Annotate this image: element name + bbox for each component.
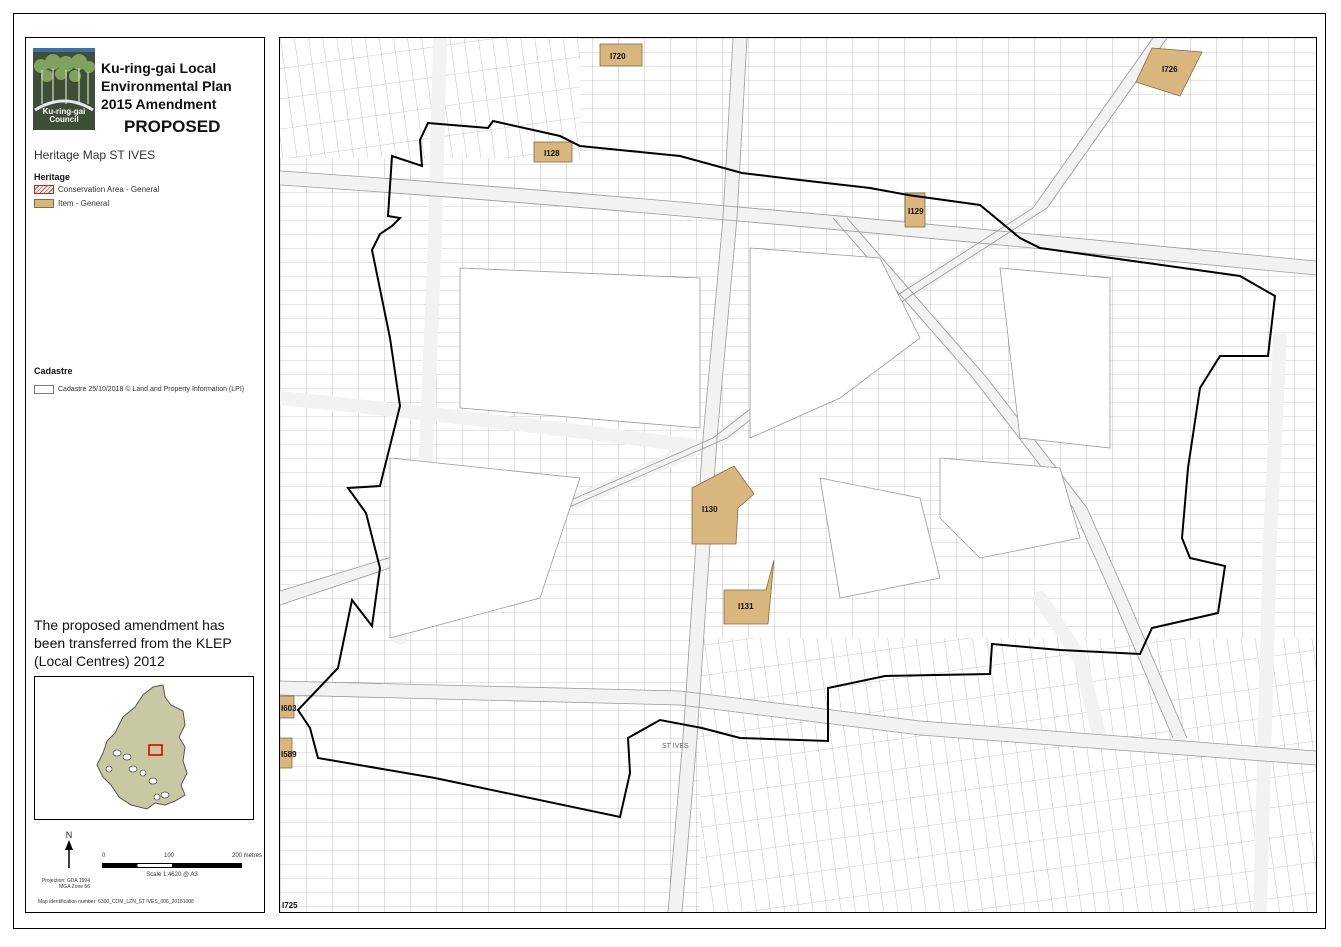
white-swatch-icon bbox=[34, 385, 54, 394]
trees-icon bbox=[34, 54, 95, 112]
scale-bar: 0 100 200 metres Scale 1:4620 @ A3 bbox=[102, 853, 262, 878]
svg-text:I725: I725 bbox=[282, 901, 298, 910]
legend-item-label: Conservation Area - General bbox=[58, 185, 160, 194]
legend-item-label: Cadastre 25/10/2018 © Land and Property … bbox=[58, 386, 245, 393]
logo-text-line-2: Council bbox=[49, 115, 79, 124]
cadastre-heading: Cadastre bbox=[34, 366, 73, 376]
svg-text:I130: I130 bbox=[702, 505, 718, 514]
street-label-st-ives: ST IVES bbox=[662, 743, 689, 750]
svg-text:I726: I726 bbox=[1162, 65, 1178, 74]
svg-text:I603: I603 bbox=[281, 704, 297, 713]
map-name: Heritage Map ST IVES bbox=[34, 148, 156, 162]
legend-item-cadastre: Cadastre 25/10/2018 © Land and Property … bbox=[34, 385, 244, 394]
tan-swatch-icon bbox=[34, 199, 54, 208]
map-identification: Map identification number: 6300_COM_LZN_… bbox=[38, 899, 194, 905]
map-canvas: I720 I726 I128 I129 I130 I131 I603 I589 … bbox=[280, 38, 1316, 912]
projection-line-2: MGA Zone 56 bbox=[59, 884, 90, 890]
hatch-swatch-icon bbox=[34, 185, 54, 194]
status-label: PROPOSED bbox=[124, 117, 221, 136]
scale-tick-200: 200 metres bbox=[232, 853, 263, 859]
svg-text:I129: I129 bbox=[908, 207, 924, 216]
projection-info: Projection: GDA 1994 MGA Zone 56 bbox=[40, 878, 90, 890]
amendment-note: The proposed amendment has been transfer… bbox=[34, 617, 232, 669]
legend-item-heritage-item: Item - General bbox=[34, 199, 109, 208]
ku-ring-gai-outline-icon bbox=[96, 684, 188, 810]
svg-text:I131: I131 bbox=[738, 602, 754, 611]
scale-tick-0: 0 bbox=[102, 853, 106, 859]
legend-item-label: Item - General bbox=[58, 199, 110, 208]
north-arrow-icon bbox=[65, 840, 73, 868]
locality-inset-map bbox=[34, 676, 254, 820]
plan-title-line-3: 2015 Amendment bbox=[101, 96, 217, 112]
heritage-heading: Heritage bbox=[34, 172, 71, 182]
cadastre-map[interactable]: I720 I726 I128 I129 I130 I131 I603 I589 … bbox=[279, 37, 1317, 913]
council-logo: Ku-ring-gai Council bbox=[33, 48, 95, 130]
plan-title-line-2: Environmental Plan bbox=[101, 78, 232, 94]
legend-item-conservation-area: Conservation Area - General bbox=[34, 185, 159, 194]
svg-text:I589: I589 bbox=[281, 750, 297, 759]
plan-title-line-1: Ku-ring-gai Local bbox=[101, 60, 217, 76]
scale-bar-graphic bbox=[102, 863, 242, 868]
plan-title: Ku-ring-gai Local Environmental Plan 201… bbox=[101, 59, 232, 113]
scale-text: Scale 1:4620 @ A3 bbox=[146, 872, 198, 878]
north-label: N bbox=[65, 830, 73, 840]
legend-panel: Ku-ring-gai Council Ku-ring-gai Local En… bbox=[25, 37, 265, 913]
svg-text:I720: I720 bbox=[610, 52, 626, 61]
north-arrow: N bbox=[62, 830, 76, 870]
svg-text:I128: I128 bbox=[544, 149, 560, 158]
scale-tick-100: 100 bbox=[164, 853, 175, 859]
